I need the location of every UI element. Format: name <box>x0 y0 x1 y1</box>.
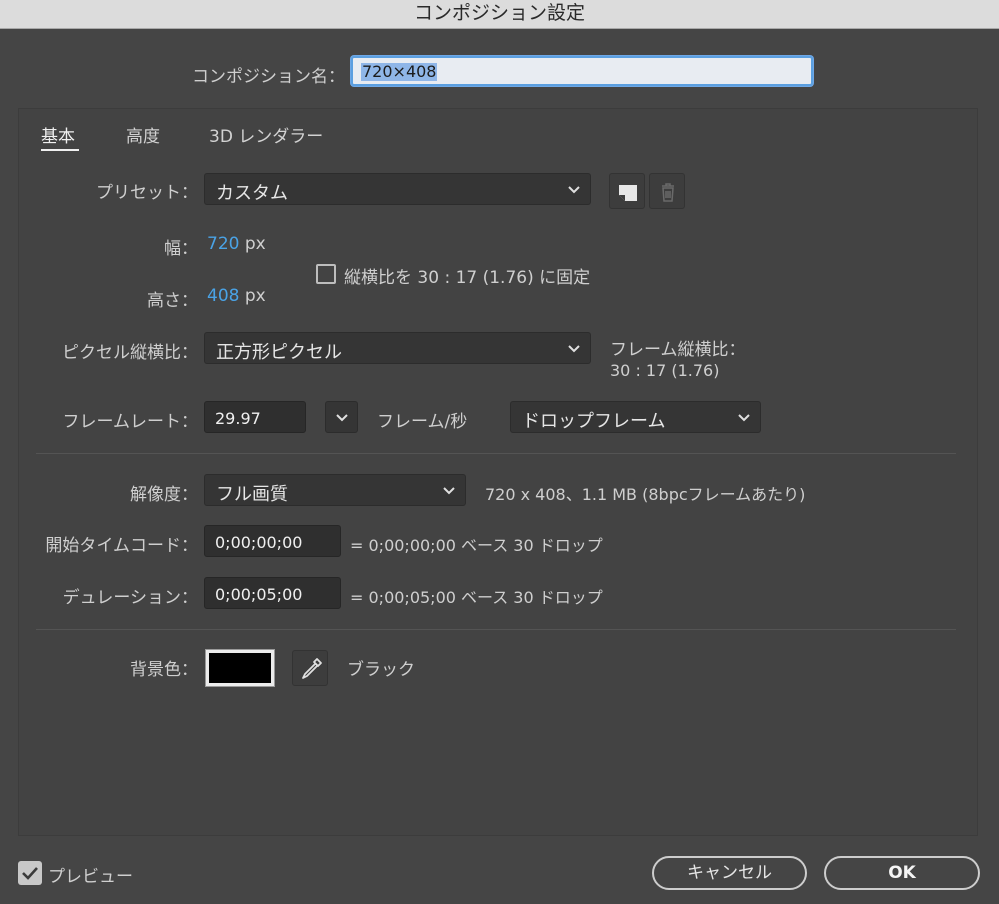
delete-preset-button[interactable] <box>649 173 685 209</box>
background-color-label: 背景色： <box>130 660 198 680</box>
new-preset-icon <box>619 185 637 201</box>
pixel-aspect-dropdown[interactable]: 正方形ピクセル <box>204 332 591 364</box>
preset-value: カスタム <box>216 183 288 204</box>
preset-label: プリセット： <box>96 183 198 203</box>
frame-rate-input[interactable]: 29.97 <box>204 401 306 433</box>
duration-info: = 0;00;05;00 ベース 30 ドロップ <box>350 588 603 607</box>
pixel-aspect-value: 正方形ピクセル <box>216 342 342 363</box>
title-bar: コンポジション設定 <box>0 0 999 29</box>
drop-frame-value: ドロップフレーム <box>522 411 666 432</box>
duration-label: デュレーション： <box>62 588 198 608</box>
width-value[interactable]: 720 <box>207 234 239 254</box>
chevron-down-icon <box>443 487 455 495</box>
ok-button[interactable]: OK <box>824 856 980 890</box>
start-timecode-value: 0;00;00;00 <box>215 533 303 552</box>
duration-input[interactable]: 0;00;05;00 <box>204 577 341 609</box>
lock-aspect-label: 縦横比を 30 : 17 (1.76) に固定 <box>344 268 591 288</box>
eyedropper-icon <box>302 658 322 679</box>
height-unit: px <box>244 286 266 306</box>
height-value[interactable]: 408 <box>207 286 239 306</box>
chevron-down-icon <box>336 414 348 422</box>
height-label: 高さ： <box>147 291 198 311</box>
frame-rate-label: フレームレート： <box>62 412 199 432</box>
start-timecode-label: 開始タイムコード： <box>45 536 198 556</box>
eyedropper-button[interactable] <box>292 650 328 686</box>
background-color-swatch[interactable] <box>205 649 275 687</box>
start-timecode-input[interactable]: 0;00;00;00 <box>204 525 341 557</box>
chevron-down-icon <box>568 186 580 194</box>
preview-checkbox[interactable] <box>18 861 42 885</box>
preview-label: プレビュー <box>48 867 133 887</box>
divider <box>36 629 956 630</box>
frame-rate-value: 29.97 <box>215 409 261 428</box>
frame-rate-preset-dropdown[interactable] <box>325 401 358 433</box>
trash-icon <box>662 183 674 202</box>
frame-rate-unit: フレーム/秒 <box>377 412 468 432</box>
active-tab-indicator <box>41 149 79 151</box>
resolution-label: 解像度： <box>130 485 198 505</box>
resolution-dropdown[interactable]: フル画質 <box>204 474 466 506</box>
chevron-down-icon <box>738 414 750 422</box>
tab-3d-renderer[interactable]: 3D レンダラー <box>209 122 323 147</box>
width-label: 幅： <box>164 239 198 259</box>
comp-name-input[interactable]: 720×408 <box>351 56 813 86</box>
divider <box>36 453 956 454</box>
start-timecode-info: = 0;00;00;00 ベース 30 ドロップ <box>350 536 603 555</box>
comp-name-label: コンポジション名： <box>192 67 345 87</box>
tab-advanced[interactable]: 高度 <box>126 122 160 147</box>
cancel-button[interactable]: キャンセル <box>652 856 807 890</box>
resolution-value: フル画質 <box>216 484 288 505</box>
swatch-color <box>209 653 271 683</box>
preset-dropdown[interactable]: カスタム <box>204 173 591 205</box>
pixel-aspect-label: ピクセル縦横比： <box>62 343 198 363</box>
settings-panel <box>18 108 978 836</box>
lock-aspect-checkbox[interactable] <box>316 264 336 284</box>
duration-value: 0;00;05;00 <box>215 585 303 604</box>
width-unit: px <box>244 234 266 254</box>
tab-basic[interactable]: 基本 <box>41 122 75 147</box>
frame-aspect-label: フレーム縦横比： <box>610 340 746 360</box>
chevron-down-icon <box>568 345 580 353</box>
window-title: コンポジション設定 <box>413 2 585 24</box>
save-preset-button[interactable] <box>609 173 645 209</box>
background-color-name: ブラック <box>347 660 415 680</box>
resolution-info: 720 x 408、1.1 MB (8bpcフレームあたり) <box>485 485 806 504</box>
drop-frame-dropdown[interactable]: ドロップフレーム <box>510 401 761 433</box>
frame-aspect-value: 30 : 17 (1.76) <box>610 361 720 380</box>
comp-name-value: 720×408 <box>361 62 438 81</box>
checkmark-icon <box>22 867 38 880</box>
